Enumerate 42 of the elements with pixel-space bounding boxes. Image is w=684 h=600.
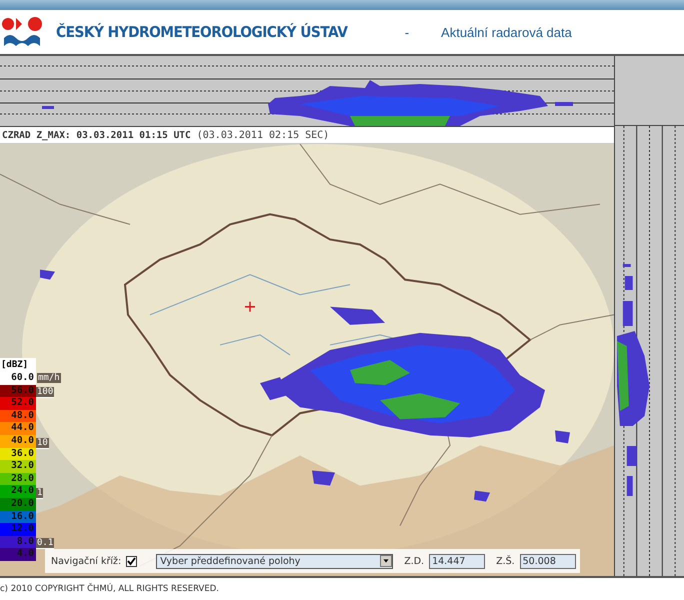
legend-level: 44.0: [0, 422, 36, 435]
latitude-label: Z.Š.: [496, 556, 515, 566]
cross-checkbox[interactable]: [126, 556, 138, 566]
legend-level: 28.0: [0, 472, 36, 486]
rain-scale-mark: 0.1: [36, 538, 54, 550]
legend-level: 20.0: [0, 498, 36, 511]
rain-echo: [474, 490, 490, 502]
rain-scale-mark: 1: [36, 488, 44, 499]
legend-level: 56.0: [0, 384, 36, 398]
institute-title: ČESKÝ HYDROMETEOROLOGICKÝ ÚSTAV: [56, 23, 348, 41]
rain-unit: mm/h: [37, 373, 61, 383]
title-separator: -: [404, 24, 410, 40]
legend-level: 16.0: [0, 510, 36, 524]
cross-label: Navigační kříž:: [51, 556, 122, 566]
legend-level: 60.0: [0, 372, 36, 385]
latitude-field[interactable]: 50.008: [520, 554, 576, 568]
legend-level: 36.0: [0, 448, 36, 460]
location-select[interactable]: Vyber předdefinované polohy: [156, 554, 394, 568]
legend-level: 52.0: [0, 397, 36, 410]
crosshair-icon: [244, 300, 256, 313]
longitude-field[interactable]: 14.447: [429, 554, 486, 568]
rain-echo: [330, 306, 385, 325]
rain-scale-mark: 100: [36, 387, 54, 398]
legend-level: 48.0: [0, 410, 36, 422]
legend-level: 8.0: [0, 536, 36, 548]
logo-icon: [2, 16, 44, 48]
legend-level: 24.0: [0, 485, 36, 498]
radar-caption: CZRAD Z_MAX: 03.03.2011 01:15 UTC: [2, 130, 191, 140]
legend-unit: [dBZ]: [0, 358, 36, 372]
legend-level: 40.0: [0, 434, 36, 448]
legend-level: 32.0: [0, 460, 36, 473]
local-time: (03.03.2011 02:15 SEC): [196, 130, 330, 140]
caret-icon: [380, 555, 392, 567]
rain-echo: [40, 270, 55, 280]
rain-echo: [312, 470, 335, 486]
legend-level: 12.0: [0, 523, 36, 536]
longitude-label: Z.D.: [404, 556, 424, 566]
rain-scale-mark: 10: [36, 438, 49, 449]
check-icon: [127, 556, 136, 566]
page-subtitle: Aktuální radarová data: [441, 24, 572, 40]
copyright-text: c) 2010 COPYRIGHT ČHMÚ, ALL RIGHTS RESERVED.: [0, 584, 219, 594]
legend-level: 4.0: [0, 548, 36, 561]
